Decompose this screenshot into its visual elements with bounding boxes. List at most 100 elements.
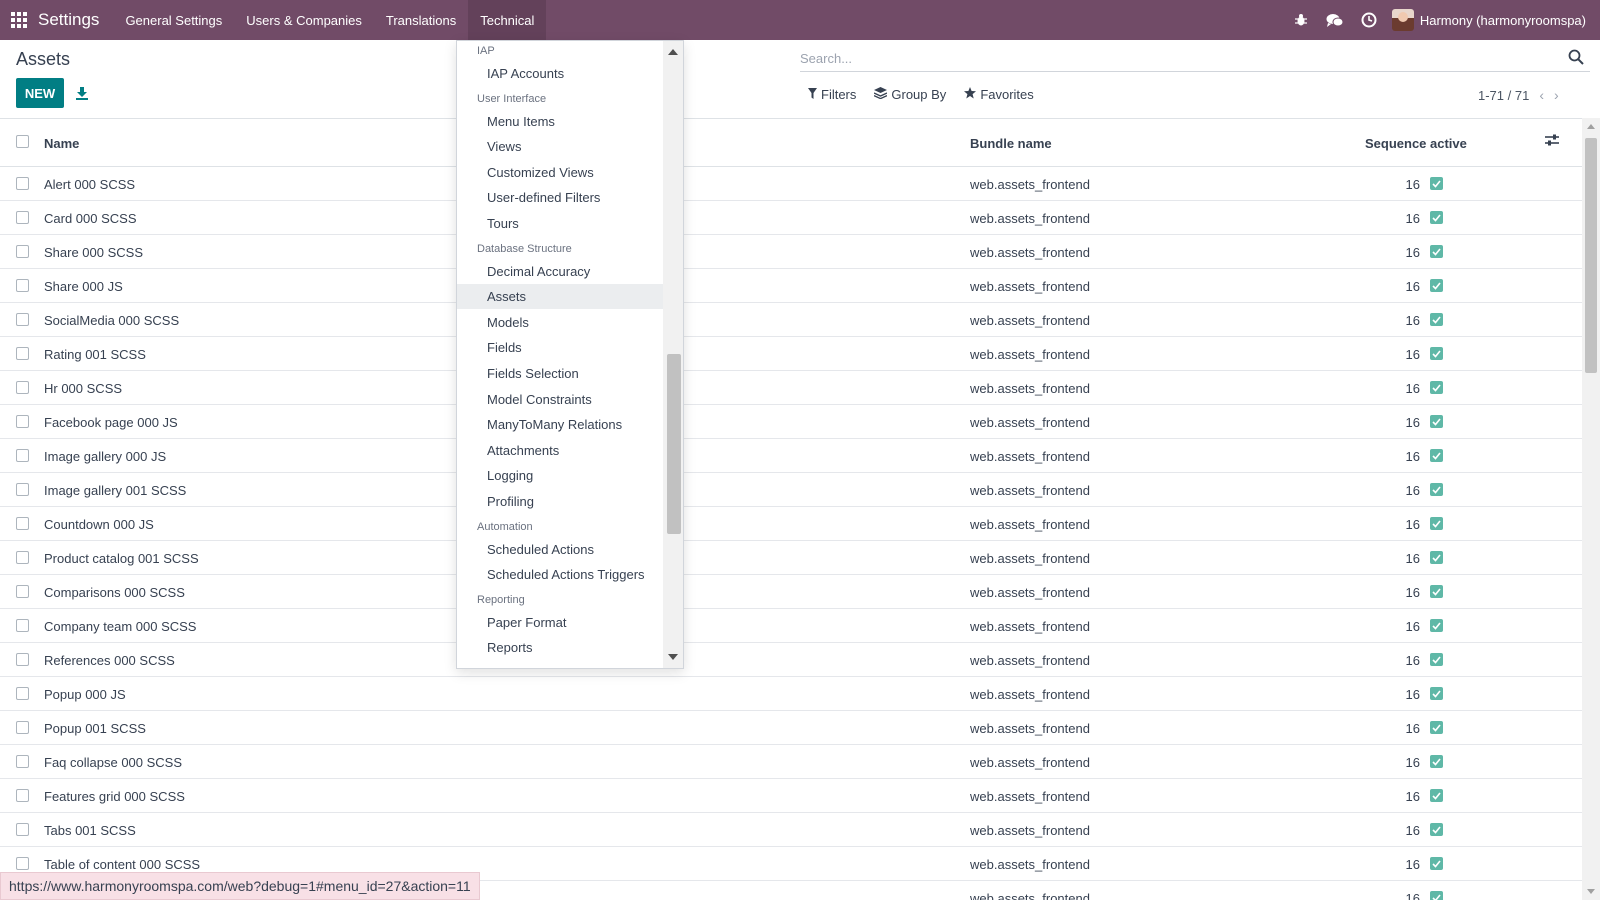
user-menu[interactable]: Harmony (harmonyroomspa) xyxy=(1386,0,1600,40)
active-checkbox-icon[interactable] xyxy=(1430,653,1443,666)
menu-users-companies[interactable]: Users & Companies xyxy=(234,0,374,40)
dropdown-item-fields[interactable]: Fields xyxy=(457,335,663,360)
table-row[interactable]: Image gallery 000 JS web.assets_frontend 1… xyxy=(0,439,1582,473)
new-button[interactable]: NEW xyxy=(16,78,64,108)
table-row[interactable]: References 000 SCSS web.assets_frontend 16 xyxy=(0,643,1582,677)
active-checkbox-icon[interactable] xyxy=(1430,585,1443,598)
dropdown-item-menu-items[interactable]: Menu Items xyxy=(457,109,663,134)
active-checkbox-icon[interactable] xyxy=(1430,823,1443,836)
app-title[interactable]: Settings xyxy=(38,10,99,30)
chevron-left-icon[interactable]: ‹ xyxy=(1539,87,1544,103)
column-name-header[interactable]: Name xyxy=(44,136,79,151)
active-checkbox-icon[interactable] xyxy=(1430,211,1443,224)
dropdown-item-user-defined-filters[interactable]: User-defined Filters xyxy=(457,185,663,210)
dropdown-item-iap-accounts[interactable]: IAP Accounts xyxy=(457,61,663,86)
active-checkbox-icon[interactable] xyxy=(1430,381,1443,394)
table-row[interactable]: Image gallery 001 SCSS web.assets_fronten… xyxy=(0,473,1582,507)
row-checkbox[interactable] xyxy=(16,619,29,632)
menu-technical[interactable]: Technical xyxy=(468,0,547,40)
row-checkbox[interactable] xyxy=(16,789,29,802)
active-checkbox-icon[interactable] xyxy=(1430,347,1443,360)
dropdown-item-decimal-accuracy[interactable]: Decimal Accuracy xyxy=(457,259,663,284)
dropdown-item-scheduled-actions-triggers[interactable]: Scheduled Actions Triggers xyxy=(457,562,663,587)
active-checkbox-icon[interactable] xyxy=(1430,415,1443,428)
table-row[interactable]: Product catalog 001 SCSS web.assets_front… xyxy=(0,541,1582,575)
table-row[interactable]: Rating 001 SCSS web.assets_frontend 16 xyxy=(0,337,1582,371)
table-row[interactable]: Share 000 SCSS web.assets_frontend 16 xyxy=(0,235,1582,269)
dropdown-item-paper-format[interactable]: Paper Format xyxy=(457,610,663,635)
dropdown-scrollbar[interactable] xyxy=(663,41,683,668)
search-input[interactable] xyxy=(800,46,1540,70)
row-checkbox[interactable] xyxy=(16,755,29,768)
dropdown-item-attachments[interactable]: Attachments xyxy=(457,438,663,463)
row-checkbox[interactable] xyxy=(16,177,29,190)
active-checkbox-icon[interactable] xyxy=(1430,857,1443,870)
pager-value[interactable]: 1-71 / 71 xyxy=(1478,88,1529,103)
table-row[interactable]: Card 000 SCSS web.assets_frontend 16 xyxy=(0,201,1582,235)
menu-general-settings[interactable]: General Settings xyxy=(113,0,234,40)
row-checkbox[interactable] xyxy=(16,551,29,564)
active-checkbox-icon[interactable] xyxy=(1430,313,1443,326)
active-checkbox-icon[interactable] xyxy=(1430,177,1443,190)
table-row[interactable]: Countdown 000 JS web.assets_frontend 16 xyxy=(0,507,1582,541)
column-bundle-header[interactable]: Bundle name xyxy=(970,136,1052,151)
table-row[interactable]: Popup 001 SCSS web.assets_frontend 16 xyxy=(0,711,1582,745)
menu-translations[interactable]: Translations xyxy=(374,0,468,40)
apps-icon[interactable] xyxy=(0,0,38,40)
active-checkbox-icon[interactable] xyxy=(1430,619,1443,632)
table-row[interactable]: Facebook page 000 JS web.assets_frontend 1… xyxy=(0,405,1582,439)
dropdown-item-manytomany-relations[interactable]: ManyToMany Relations xyxy=(457,412,663,437)
table-row[interactable]: Faq collapse 000 SCSS web.assets_frontend… xyxy=(0,745,1582,779)
table-row[interactable]: Company team 000 SCSS web.assets_frontend… xyxy=(0,609,1582,643)
dropdown-item-views[interactable]: Views xyxy=(457,134,663,159)
dropdown-item-customized-views[interactable]: Customized Views xyxy=(457,160,663,185)
row-checkbox[interactable] xyxy=(16,585,29,598)
row-checkbox[interactable] xyxy=(16,313,29,326)
table-row[interactable]: Popup 000 JS web.assets_frontend 16 xyxy=(0,677,1582,711)
table-row[interactable]: Share 000 JS web.assets_frontend 16 xyxy=(0,269,1582,303)
optional-columns-icon[interactable] xyxy=(1544,133,1562,151)
chevron-right-icon[interactable]: › xyxy=(1554,87,1559,103)
active-checkbox-icon[interactable] xyxy=(1430,483,1443,496)
table-row[interactable]: SocialMedia 000 SCSS web.assets_frontend 1… xyxy=(0,303,1582,337)
group-by-button[interactable]: Group By xyxy=(874,87,946,102)
row-checkbox[interactable] xyxy=(16,517,29,530)
column-sequence-header[interactable]: Sequence xyxy=(1365,136,1426,151)
download-icon[interactable] xyxy=(72,82,92,104)
dropdown-item-models[interactable]: Models xyxy=(457,310,663,335)
row-checkbox[interactable] xyxy=(16,279,29,292)
dropdown-item-logging[interactable]: Logging xyxy=(457,463,663,488)
row-checkbox[interactable] xyxy=(16,381,29,394)
row-checkbox[interactable] xyxy=(16,857,29,870)
row-checkbox[interactable] xyxy=(16,687,29,700)
dropdown-item-scheduled-actions[interactable]: Scheduled Actions xyxy=(457,537,663,562)
table-row[interactable]: Alert 000 SCSS web.assets_frontend 16 xyxy=(0,167,1582,201)
dropdown-item-tours[interactable]: Tours xyxy=(457,211,663,236)
filters-button[interactable]: Filters xyxy=(808,87,856,102)
row-checkbox[interactable] xyxy=(16,211,29,224)
dropdown-item-reports[interactable]: Reports xyxy=(457,635,663,660)
bug-icon[interactable] xyxy=(1284,0,1318,40)
select-all-checkbox[interactable] xyxy=(16,135,29,148)
active-checkbox-icon[interactable] xyxy=(1430,721,1443,734)
table-row[interactable]: Hr 000 SCSS web.assets_frontend 16 xyxy=(0,371,1582,405)
active-checkbox-icon[interactable] xyxy=(1430,517,1443,530)
favorites-button[interactable]: Favorites xyxy=(964,87,1034,102)
dropdown-item-model-constraints[interactable]: Model Constraints xyxy=(457,387,663,412)
row-checkbox[interactable] xyxy=(16,483,29,496)
scroll-up-icon[interactable] xyxy=(668,49,678,55)
dropdown-item-fields-selection[interactable]: Fields Selection xyxy=(457,361,663,386)
search-icon[interactable] xyxy=(1568,49,1586,67)
row-checkbox[interactable] xyxy=(16,823,29,836)
row-checkbox[interactable] xyxy=(16,653,29,666)
row-checkbox[interactable] xyxy=(16,245,29,258)
dropdown-item-profiling[interactable]: Profiling xyxy=(457,489,663,514)
active-checkbox-icon[interactable] xyxy=(1430,279,1443,292)
active-checkbox-icon[interactable] xyxy=(1430,551,1443,564)
active-checkbox-icon[interactable] xyxy=(1430,755,1443,768)
row-checkbox[interactable] xyxy=(16,347,29,360)
active-checkbox-icon[interactable] xyxy=(1430,245,1443,258)
row-checkbox[interactable] xyxy=(16,721,29,734)
scroll-down-icon[interactable] xyxy=(668,654,678,660)
chat-icon[interactable] xyxy=(1318,0,1352,40)
